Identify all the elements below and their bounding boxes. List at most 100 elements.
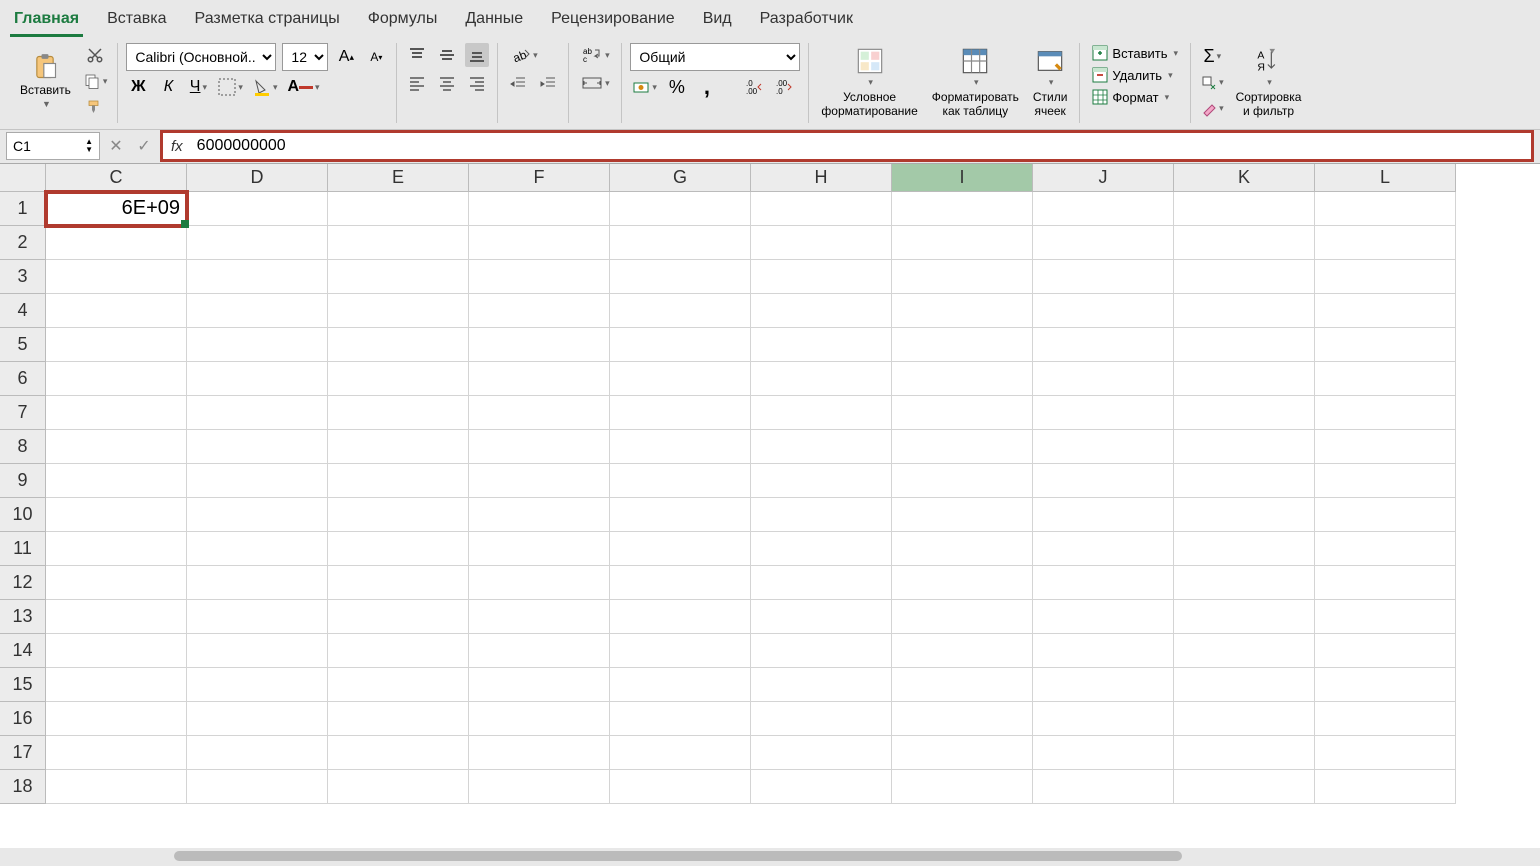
spreadsheet-grid[interactable]: CDEFGHIJKL 16E+0923456789101112131415161… — [0, 164, 1540, 864]
font-size-select[interactable]: 12 — [282, 43, 328, 71]
cell-F3[interactable] — [469, 260, 610, 294]
cell-J3[interactable] — [1033, 260, 1174, 294]
cell-G4[interactable] — [610, 294, 751, 328]
cell-H18[interactable] — [751, 770, 892, 804]
cancel-formula-button[interactable]: ✕ — [104, 134, 128, 158]
cell-K10[interactable] — [1174, 498, 1315, 532]
cell-L3[interactable] — [1315, 260, 1456, 294]
autosum-button[interactable]: Σ▾ — [1199, 45, 1226, 69]
cell-H4[interactable] — [751, 294, 892, 328]
cell-L14[interactable] — [1315, 634, 1456, 668]
cell-C9[interactable] — [46, 464, 187, 498]
cell-J2[interactable] — [1033, 226, 1174, 260]
increase-decimal-button[interactable]: .0.00 — [743, 75, 767, 99]
percent-button[interactable]: % — [665, 75, 689, 99]
cell-F4[interactable] — [469, 294, 610, 328]
cell-J16[interactable] — [1033, 702, 1174, 736]
cell-C7[interactable] — [46, 396, 187, 430]
cell-J9[interactable] — [1033, 464, 1174, 498]
cell-E9[interactable] — [328, 464, 469, 498]
cell-I1[interactable] — [892, 192, 1033, 226]
orientation-button[interactable]: ab▾ — [506, 43, 542, 67]
comma-button[interactable]: , — [695, 75, 719, 99]
copy-button[interactable]: ▾ — [81, 69, 110, 93]
cell-L15[interactable] — [1315, 668, 1456, 702]
sort-filter-button[interactable]: АЯ ▾ Сортировкаи фильтр — [1232, 43, 1306, 123]
cell-D16[interactable] — [187, 702, 328, 736]
cell-H8[interactable] — [751, 430, 892, 464]
cell-K3[interactable] — [1174, 260, 1315, 294]
format-painter-button[interactable] — [81, 95, 110, 119]
cell-L13[interactable] — [1315, 600, 1456, 634]
format-as-table-button[interactable]: ▾ Форматироватькак таблицу — [928, 43, 1023, 123]
align-top-button[interactable] — [405, 43, 429, 67]
cell-L7[interactable] — [1315, 396, 1456, 430]
row-header-6[interactable]: 6 — [0, 362, 46, 396]
merge-button[interactable]: ▾ — [577, 71, 613, 95]
wrap-text-button[interactable]: abc▾ — [577, 43, 613, 67]
cell-F1[interactable] — [469, 192, 610, 226]
insert-cells-button[interactable]: Вставить▾ — [1088, 43, 1182, 63]
row-header-18[interactable]: 18 — [0, 770, 46, 804]
cell-K6[interactable] — [1174, 362, 1315, 396]
cell-C10[interactable] — [46, 498, 187, 532]
col-header-C[interactable]: C — [46, 164, 187, 192]
cell-I3[interactable] — [892, 260, 1033, 294]
cell-E11[interactable] — [328, 532, 469, 566]
align-right-button[interactable] — [465, 71, 489, 95]
cell-F18[interactable] — [469, 770, 610, 804]
cell-C16[interactable] — [46, 702, 187, 736]
cell-K8[interactable] — [1174, 430, 1315, 464]
paste-button[interactable]: Вставить ▼ — [16, 49, 75, 113]
row-header-5[interactable]: 5 — [0, 328, 46, 362]
cell-D13[interactable] — [187, 600, 328, 634]
cell-C4[interactable] — [46, 294, 187, 328]
cell-F11[interactable] — [469, 532, 610, 566]
cell-K4[interactable] — [1174, 294, 1315, 328]
cell-I14[interactable] — [892, 634, 1033, 668]
row-header-4[interactable]: 4 — [0, 294, 46, 328]
cell-H3[interactable] — [751, 260, 892, 294]
cell-D7[interactable] — [187, 396, 328, 430]
cell-D3[interactable] — [187, 260, 328, 294]
cell-H14[interactable] — [751, 634, 892, 668]
shrink-font-button[interactable]: A▾ — [364, 45, 388, 69]
cell-D1[interactable] — [187, 192, 328, 226]
align-left-button[interactable] — [405, 71, 429, 95]
cell-C5[interactable] — [46, 328, 187, 362]
cell-E2[interactable] — [328, 226, 469, 260]
cell-G16[interactable] — [610, 702, 751, 736]
cell-K5[interactable] — [1174, 328, 1315, 362]
row-header-16[interactable]: 16 — [0, 702, 46, 736]
cell-K7[interactable] — [1174, 396, 1315, 430]
cell-H15[interactable] — [751, 668, 892, 702]
cell-E10[interactable] — [328, 498, 469, 532]
cell-L8[interactable] — [1315, 430, 1456, 464]
row-header-1[interactable]: 1 — [0, 192, 46, 226]
cell-I15[interactable] — [892, 668, 1033, 702]
cell-H6[interactable] — [751, 362, 892, 396]
align-bottom-button[interactable] — [465, 43, 489, 67]
cell-E12[interactable] — [328, 566, 469, 600]
cell-G3[interactable] — [610, 260, 751, 294]
cell-J13[interactable] — [1033, 600, 1174, 634]
cell-K11[interactable] — [1174, 532, 1315, 566]
cell-E15[interactable] — [328, 668, 469, 702]
cell-I5[interactable] — [892, 328, 1033, 362]
cell-C6[interactable] — [46, 362, 187, 396]
cell-D12[interactable] — [187, 566, 328, 600]
tab-home[interactable]: Главная — [10, 4, 83, 37]
cell-K13[interactable] — [1174, 600, 1315, 634]
cell-D10[interactable] — [187, 498, 328, 532]
cell-J14[interactable] — [1033, 634, 1174, 668]
cell-K15[interactable] — [1174, 668, 1315, 702]
cell-E13[interactable] — [328, 600, 469, 634]
col-header-H[interactable]: H — [751, 164, 892, 192]
cell-K16[interactable] — [1174, 702, 1315, 736]
cell-I8[interactable] — [892, 430, 1033, 464]
cell-G2[interactable] — [610, 226, 751, 260]
cell-H1[interactable] — [751, 192, 892, 226]
clear-button[interactable]: ▾ — [1199, 97, 1226, 121]
cell-F16[interactable] — [469, 702, 610, 736]
cell-K9[interactable] — [1174, 464, 1315, 498]
